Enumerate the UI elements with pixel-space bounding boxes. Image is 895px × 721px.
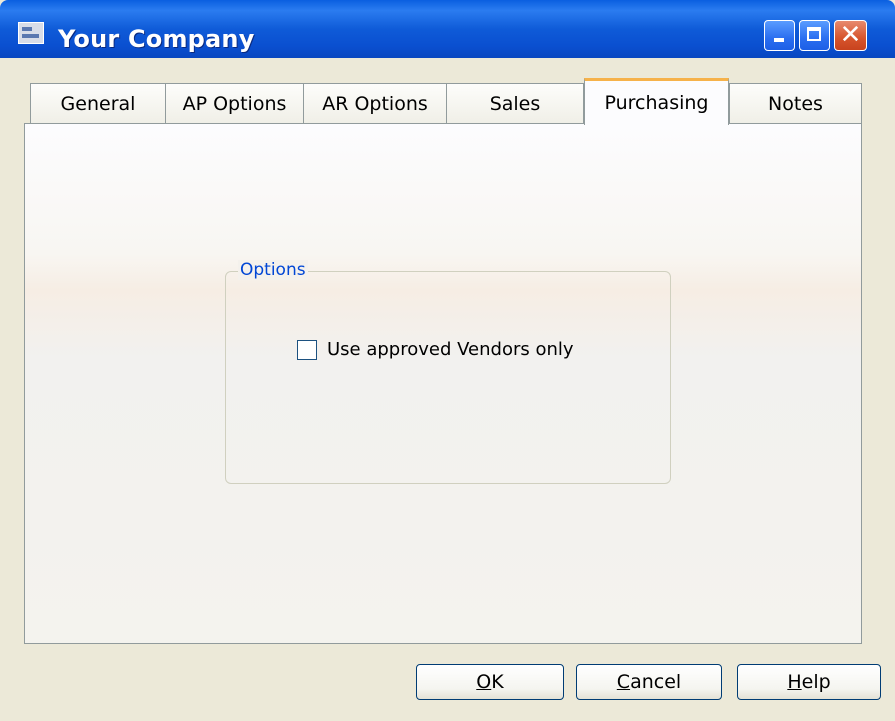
approved-vendors-checkbox[interactable] xyxy=(297,340,317,360)
maximize-icon xyxy=(800,21,829,50)
cancel-label-rest: ancel xyxy=(630,671,682,693)
tab-ar-options[interactable]: AR Options xyxy=(303,83,447,123)
title-bar[interactable]: Your Company ✕ xyxy=(0,0,895,58)
options-group-label: Options xyxy=(238,260,308,280)
tab-notes[interactable]: Notes xyxy=(729,83,862,123)
close-button[interactable]: ✕ xyxy=(834,20,867,51)
cancel-button[interactable]: Cancel xyxy=(576,664,722,700)
minimize-button[interactable] xyxy=(764,20,795,51)
help-mnemonic: H xyxy=(787,671,802,693)
close-icon: ✕ xyxy=(839,20,862,50)
ok-mnemonic: O xyxy=(476,671,492,693)
minimize-icon xyxy=(765,21,794,50)
tab-panel-purchasing: Options Use approved Vendors only xyxy=(24,123,862,644)
app-window-icon[interactable] xyxy=(18,22,44,44)
tab-purchasing[interactable]: Purchasing xyxy=(584,78,729,125)
tab-ap-options[interactable]: AP Options xyxy=(165,83,304,123)
cancel-mnemonic: C xyxy=(616,671,631,693)
dialog-window: Your Company ✕ General AP Options AR Opt… xyxy=(0,0,895,721)
tab-sales[interactable]: Sales xyxy=(446,83,584,123)
tab-general[interactable]: General xyxy=(30,83,166,123)
ok-button[interactable]: OK xyxy=(416,664,564,700)
ok-label-rest: K xyxy=(491,671,504,693)
options-groupbox: Options Use approved Vendors only xyxy=(225,260,671,484)
approved-vendors-label[interactable]: Use approved Vendors only xyxy=(327,339,574,360)
help-button[interactable]: Help xyxy=(737,664,881,700)
help-label-rest: elp xyxy=(801,671,831,693)
maximize-button[interactable] xyxy=(799,20,830,51)
window-title: Your Company xyxy=(58,25,255,53)
